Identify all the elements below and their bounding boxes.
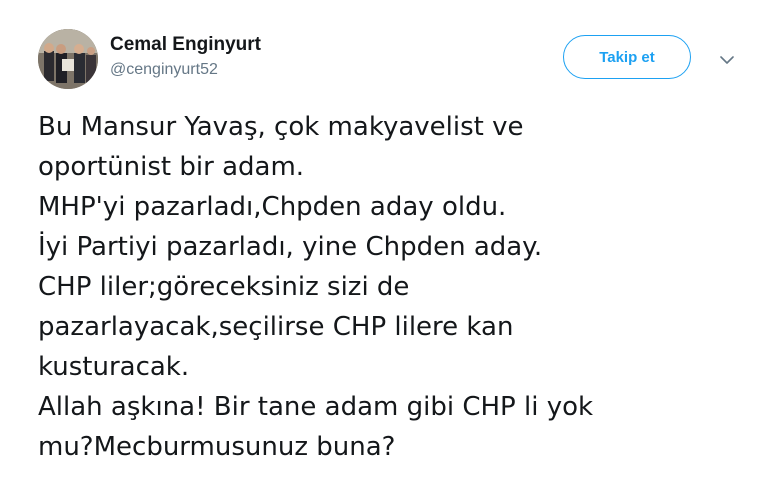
follow-button-label: Takip et bbox=[599, 48, 655, 66]
display-name[interactable]: Cemal Enginyurt bbox=[110, 34, 261, 56]
tweet-line: CHP liler;göreceksiniz sizi de bbox=[38, 272, 410, 302]
chevron-down-icon bbox=[720, 50, 734, 69]
tweet-line: oportünist bir adam. bbox=[38, 152, 305, 182]
tweet-text: Bu Mansur Yavaş, çok makyavelist ve opor… bbox=[38, 107, 738, 467]
more-options-button[interactable] bbox=[716, 48, 738, 70]
tweet-line: Allah aşkına! Bir tane adam gibi CHP li … bbox=[38, 392, 594, 422]
user-block: Cemal Enginyurt @cenginyurt52 bbox=[110, 34, 261, 80]
screen-name[interactable]: @cenginyurt52 bbox=[110, 60, 261, 80]
tweet-line: İyi Partiyi pazarladı, yine Chpden aday. bbox=[38, 232, 543, 262]
tweet-line: MHP'yi pazarladı,Chpden aday oldu. bbox=[38, 192, 507, 222]
follow-button[interactable]: Takip et bbox=[563, 35, 691, 79]
tweet-line: kusturacak. bbox=[38, 352, 190, 382]
tweet-line: mu?Mecburmusunuz buna? bbox=[38, 432, 396, 462]
avatar[interactable] bbox=[38, 29, 98, 89]
tweet-line: pazarlayacak,seçilirse CHP lilere kan bbox=[38, 312, 514, 342]
tweet-line: Bu Mansur Yavaş, çok makyavelist ve bbox=[38, 112, 524, 142]
tweet-card: Cemal Enginyurt @cenginyurt52 Takip et B… bbox=[0, 0, 772, 480]
